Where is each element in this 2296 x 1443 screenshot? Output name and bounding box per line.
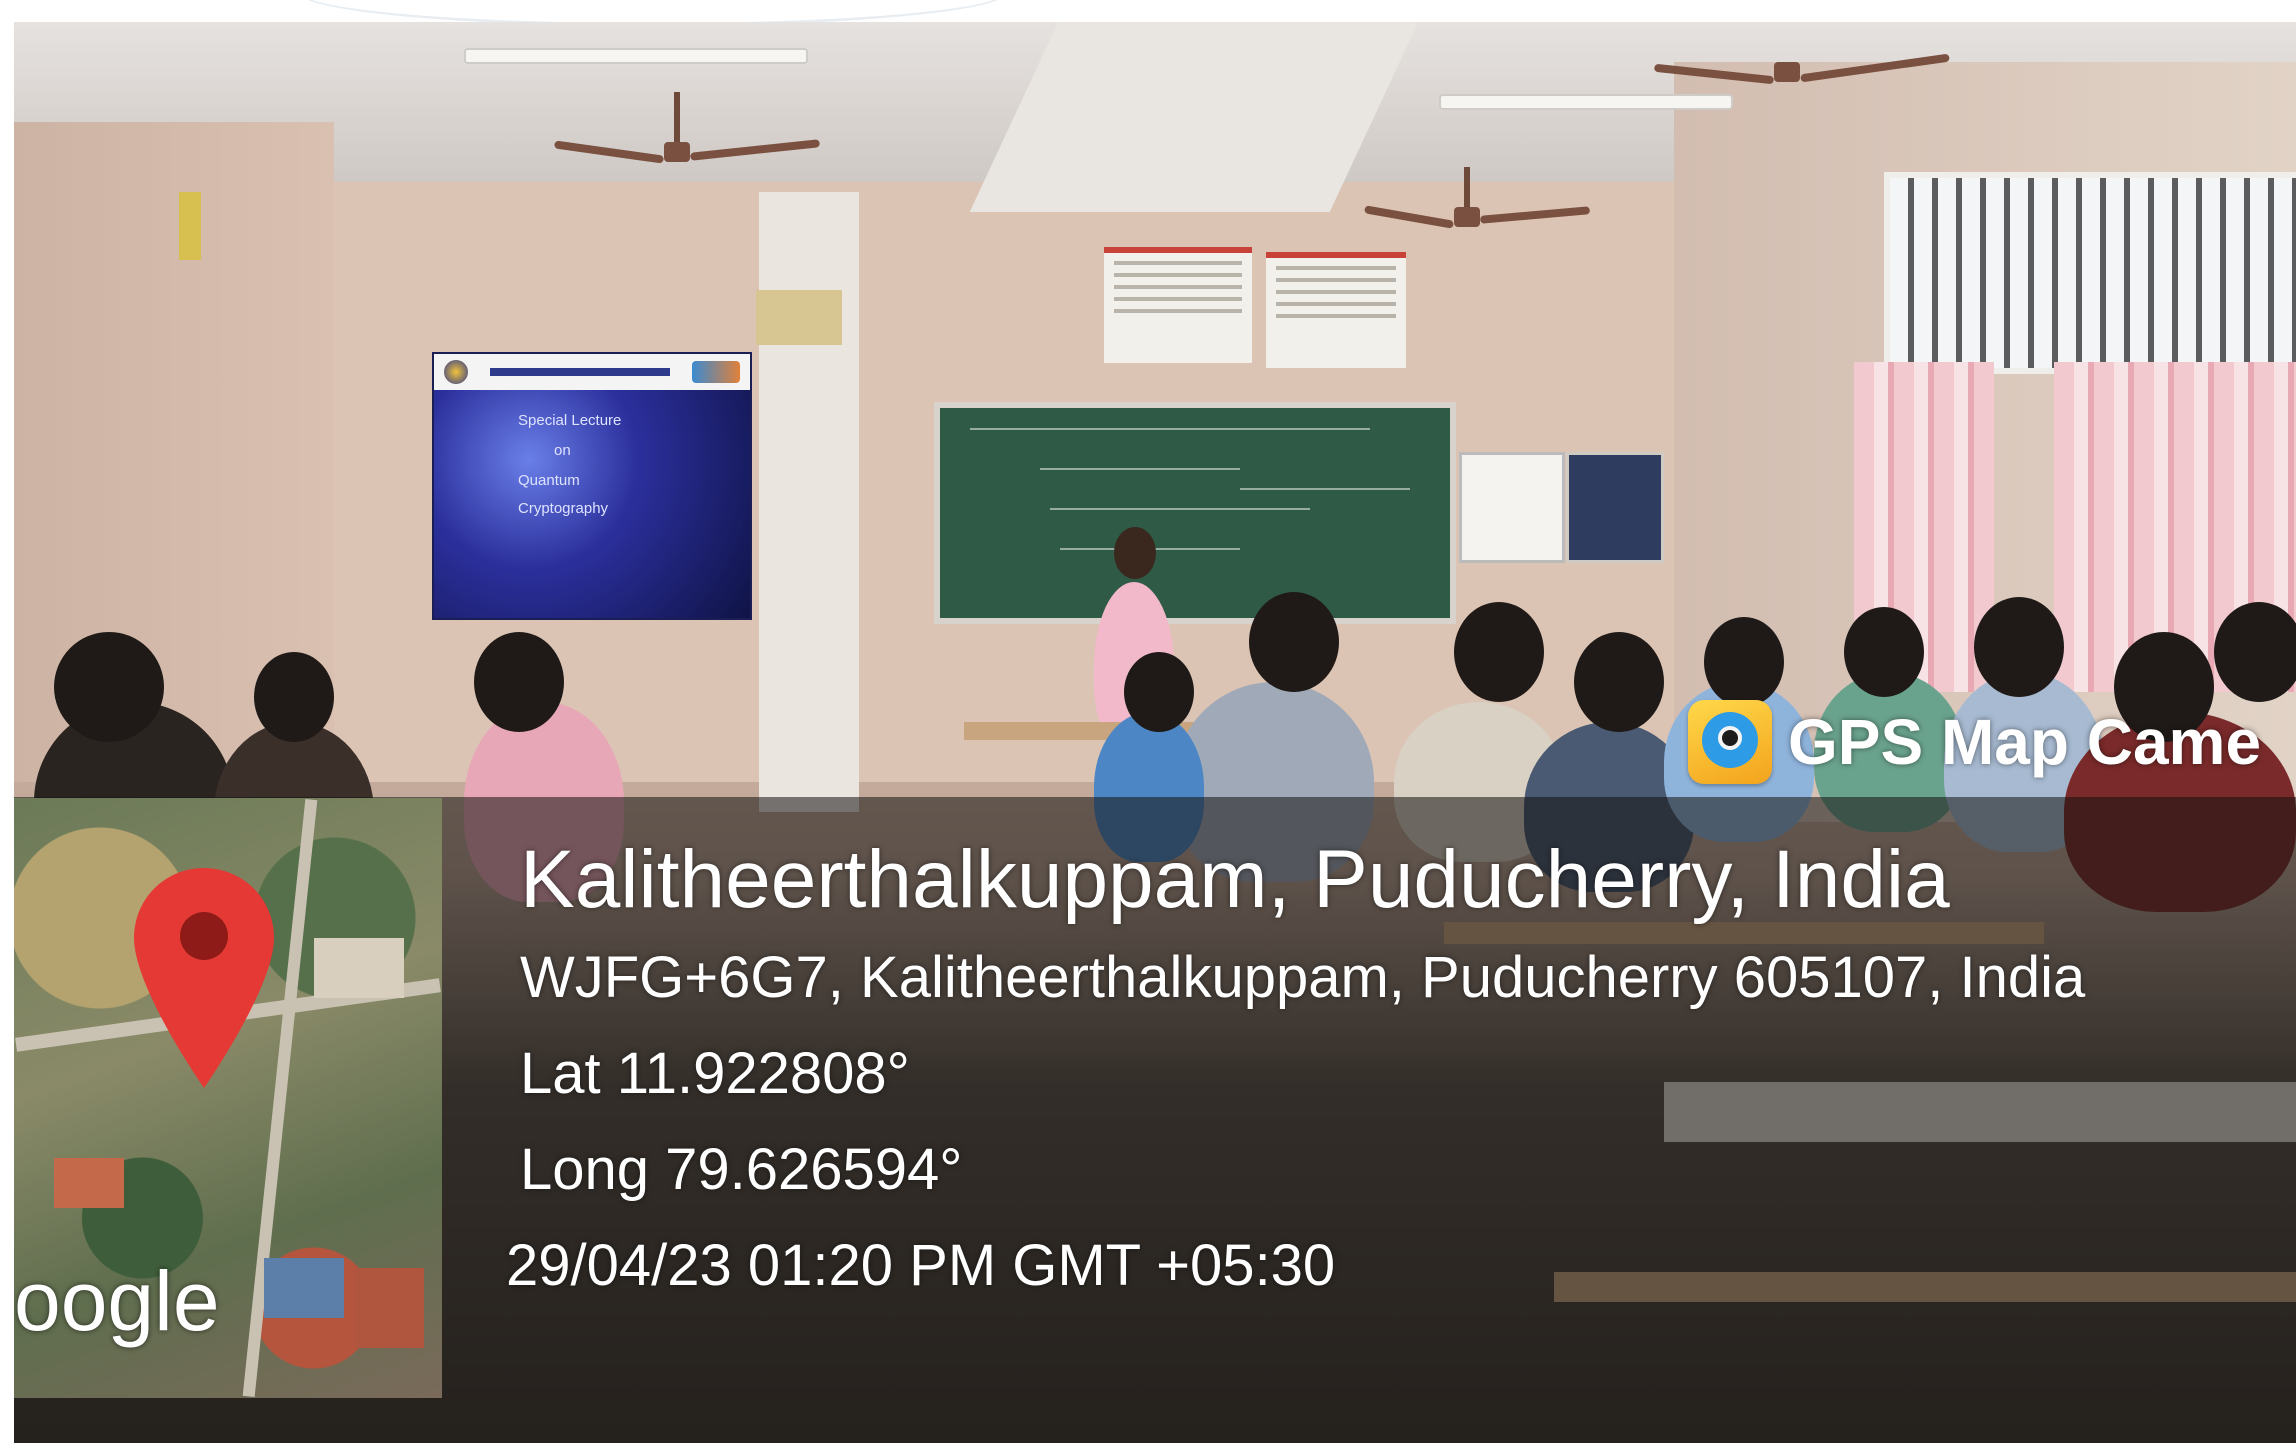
student-head [254, 652, 334, 742]
location-pin-icon [134, 868, 274, 1088]
tube-light [1439, 94, 1733, 110]
switch-board [179, 192, 201, 260]
student-head [1454, 602, 1544, 702]
slide-line: on [554, 442, 571, 459]
notice-chart [1266, 252, 1406, 368]
slide-line: Special Lecture [518, 412, 622, 429]
student-head [1974, 597, 2064, 697]
student-head [1574, 632, 1664, 732]
pin-board [1566, 452, 1664, 563]
student-head [1704, 617, 1784, 707]
slide-line: Cryptography [518, 500, 609, 517]
projected-slide: Special Lecture on Quantum Cryptography [432, 352, 752, 620]
student-head [1249, 592, 1339, 692]
map-pin-icon [1688, 700, 1772, 784]
wall-sign [756, 290, 842, 345]
map-building [264, 1258, 344, 1318]
latitude: Lat 11.922808° [520, 1041, 910, 1106]
slide-line: Quantum [518, 472, 580, 489]
institute-logo [444, 360, 468, 384]
location-info: Kalitheerthalkuppam, Puducherry, India W… [506, 830, 2086, 1314]
app-watermark: GPS Map Came [1688, 700, 2261, 784]
app-name: GPS Map Came [1788, 706, 2262, 778]
map-building [314, 938, 404, 998]
nba-logo [692, 361, 740, 383]
whiteboard [1459, 452, 1565, 563]
chalkboard [934, 402, 1456, 624]
address: WJFG+6G7, Kalitheerthalkuppam, Puducherr… [520, 945, 2086, 1010]
slide-header [434, 354, 750, 390]
photo-frame: Special Lecture on Quantum Cryptography [0, 0, 2296, 1443]
pillar [759, 192, 859, 812]
map-building [54, 1158, 124, 1208]
longitude: Long 79.626594° [520, 1137, 963, 1202]
map-thumbnail: oogle [14, 798, 442, 1398]
timestamp: 29/04/23 01:20 PM GMT +05:30 [506, 1233, 1336, 1298]
teacher-head [1114, 527, 1156, 579]
notice-chart [1104, 247, 1252, 363]
map-building [354, 1268, 424, 1348]
student-head [474, 632, 564, 732]
student-head [2214, 602, 2296, 702]
location-title: Kalitheerthalkuppam, Puducherry, India [520, 834, 1950, 925]
window [1884, 172, 2296, 374]
map-attribution: oogle [14, 1254, 220, 1348]
tube-light [464, 48, 808, 64]
student-head [1124, 652, 1194, 732]
student-head [54, 632, 164, 742]
student-head [1844, 607, 1924, 697]
